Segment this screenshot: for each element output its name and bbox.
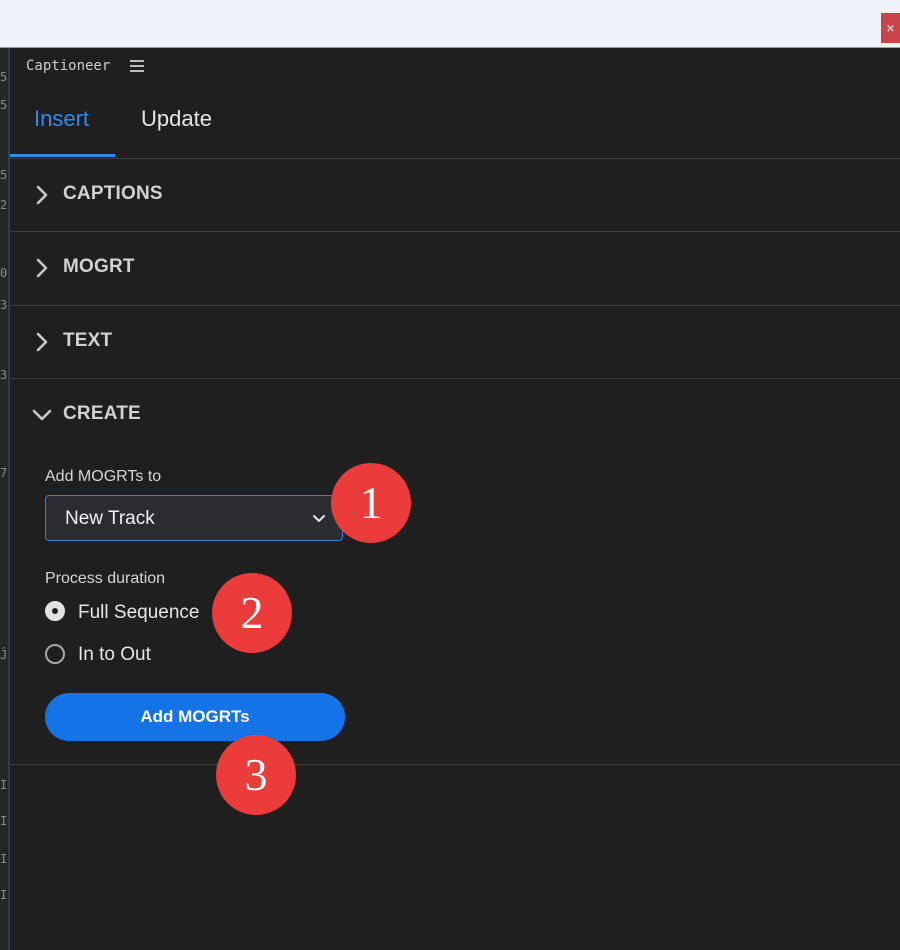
strip-glyph: I	[0, 814, 8, 828]
accordion-title: CAPTIONS	[63, 183, 163, 204]
strip-glyph: 2	[0, 198, 8, 212]
strip-glyph: 7	[0, 466, 8, 480]
add-mogrts-to-label: Add MOGRTs to	[45, 468, 162, 485]
strip-glyph: 3	[0, 298, 8, 312]
strip-glyph: I	[0, 888, 8, 902]
chevron-down-icon	[32, 409, 52, 421]
accordion-divider	[10, 764, 900, 765]
strip-glyph: 3	[0, 368, 8, 382]
callout-badge-3: 3	[216, 735, 296, 815]
radio-full-sequence[interactable]	[45, 601, 65, 621]
tab-update[interactable]: Update	[141, 106, 212, 132]
strip-glyph: I	[0, 852, 8, 866]
callout-badge-2: 2	[212, 573, 292, 653]
callout-badge-1: 1	[331, 463, 411, 543]
hamburger-icon[interactable]	[130, 60, 144, 74]
add-mogrts-to-select[interactable]: New Track	[45, 495, 343, 541]
process-duration-label: Process duration	[45, 570, 166, 587]
accordion-mogrt[interactable]: MOGRT	[10, 232, 900, 305]
radio-label-full-sequence: Full Sequence	[78, 602, 200, 623]
add-mogrts-button[interactable]: Add MOGRTs	[45, 693, 345, 741]
accordion-text[interactable]: TEXT	[10, 306, 900, 379]
select-value: New Track	[65, 508, 155, 529]
chevron-right-icon	[36, 258, 48, 278]
tab-insert[interactable]: Insert	[34, 106, 89, 132]
accordion-create[interactable]: CREATE	[10, 379, 900, 452]
chevron-down-icon	[313, 515, 325, 522]
background-window-strip: 5 5 5 2 0 3 3 7 Ĵ I I I I	[0, 48, 8, 950]
accordion-title: CREATE	[63, 403, 141, 424]
accordion-captions[interactable]: CAPTIONS	[10, 159, 900, 232]
chevron-right-icon	[36, 332, 48, 352]
radio-in-to-out[interactable]	[45, 644, 65, 664]
accordion-title: MOGRT	[63, 256, 135, 277]
active-tab-indicator	[10, 154, 115, 157]
accordion-title: TEXT	[63, 330, 113, 351]
strip-glyph: I	[0, 778, 8, 792]
panel-title: Captioneer	[26, 58, 111, 74]
strip-glyph: 5	[0, 168, 8, 182]
window-close-button[interactable]: ×	[881, 13, 900, 43]
chevron-right-icon	[36, 185, 48, 205]
radio-label-in-to-out: In to Out	[78, 644, 151, 665]
strip-glyph: 5	[0, 98, 8, 112]
strip-glyph: 0	[0, 266, 8, 280]
strip-glyph: Ĵ	[0, 648, 8, 662]
window-titlebar	[0, 0, 900, 48]
strip-glyph: 5	[0, 70, 8, 84]
